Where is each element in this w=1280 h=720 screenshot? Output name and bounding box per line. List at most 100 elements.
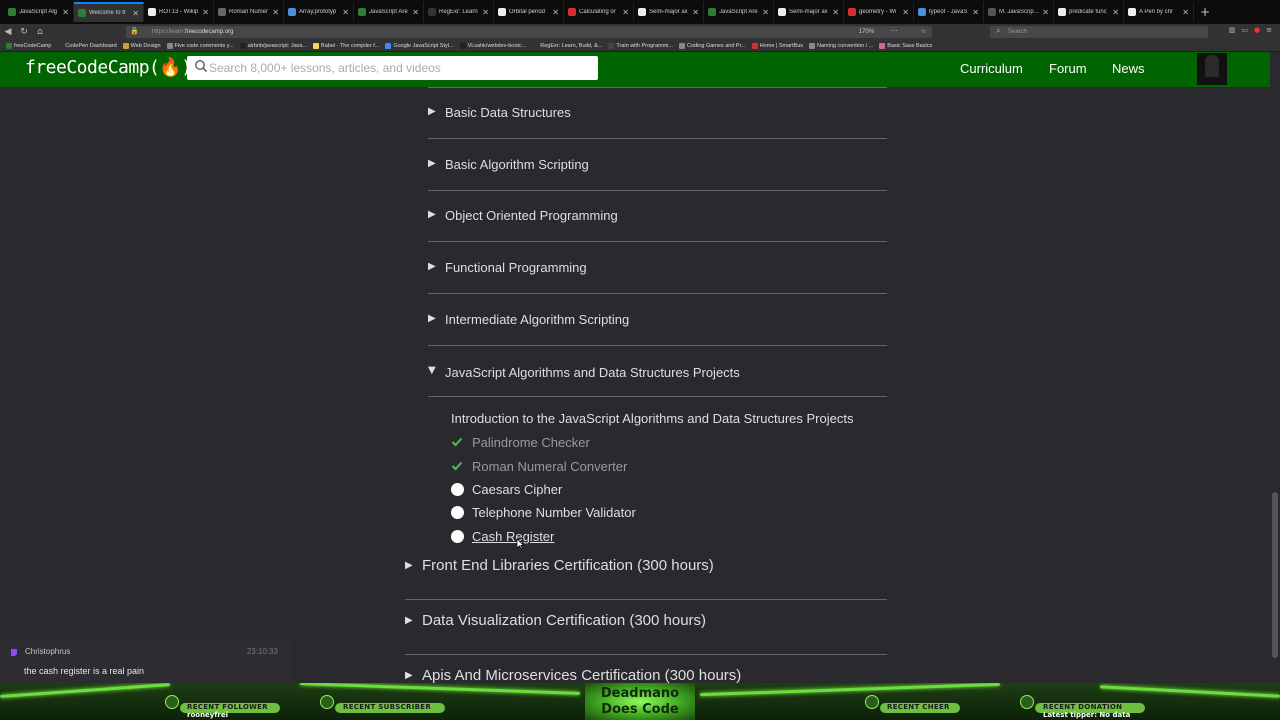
- nav-link-forum[interactable]: Forum: [1049, 61, 1087, 76]
- block-basic-data-structures[interactable]: ▶ Basic Data Structures: [428, 87, 887, 139]
- close-icon[interactable]: ✕: [902, 8, 909, 17]
- caret-right-icon: ▶: [428, 261, 436, 272]
- browser-tab[interactable]: ROT13 - Wikip ✕: [144, 2, 214, 22]
- close-icon[interactable]: ✕: [692, 8, 699, 17]
- tab-label: JavaScript Alg: [19, 9, 58, 15]
- browser-tab[interactable]: Semi-major ax ✕: [634, 2, 704, 22]
- close-icon[interactable]: ✕: [832, 8, 839, 17]
- bookmark-item[interactable]: Naming convention / ...: [809, 42, 873, 49]
- extension-icon[interactable]: ●: [1254, 26, 1260, 34]
- sidebar-icon[interactable]: ▭: [1241, 26, 1248, 34]
- browser-tab[interactable]: JavaScript Are ✕: [354, 2, 424, 22]
- bookmark-star-icon[interactable]: ☆: [921, 26, 926, 38]
- bookmark-item[interactable]: Five code comments y...: [166, 42, 234, 49]
- bookmark-item[interactable]: RegExr: Learn, Build, &...: [532, 42, 602, 49]
- bookmark-item[interactable]: airbnb/javascript: Java...: [239, 42, 308, 49]
- block-js-projects[interactable]: ▼ JavaScript Algorithms and Data Structu…: [428, 357, 887, 397]
- challenge-roman-numeral-converter[interactable]: Roman Numeral Converter: [450, 456, 627, 476]
- tab-favicon-icon: [568, 8, 576, 16]
- avatar[interactable]: [1197, 53, 1227, 85]
- block-intermediate-algorithm-scripting[interactable]: ▶ Intermediate Algorithm Scripting: [428, 294, 887, 346]
- browser-tab[interactable]: Calculating or ✕: [564, 2, 634, 22]
- tab-favicon-icon: [778, 8, 786, 16]
- close-icon[interactable]: ✕: [972, 8, 979, 17]
- close-icon[interactable]: ✕: [1112, 8, 1119, 17]
- challenge-caesars-cipher[interactable]: Caesars Cipher: [450, 479, 562, 499]
- bookmark-favicon-icon: [532, 42, 539, 49]
- tab-label: RegExr: Learn: [439, 9, 478, 15]
- cert-data-visualization[interactable]: ▶ Data Visualization Certification (300 …: [405, 599, 887, 655]
- close-icon[interactable]: ✕: [552, 8, 559, 17]
- browser-tab[interactable]: Orbital period ✕: [494, 2, 564, 22]
- close-icon[interactable]: ✕: [202, 8, 209, 17]
- bookmark-item[interactable]: VLsahk/webdev-bootc...: [459, 42, 526, 49]
- home-icon[interactable]: ⌂: [32, 27, 48, 37]
- bookmark-label: airbnb/javascript: Java...: [247, 42, 308, 49]
- bookmarks-bar: freeCodeCamp CodePen Dashboard Web Design F…: [0, 40, 1280, 52]
- bookmark-item[interactable]: Home | SmartBus: [751, 42, 803, 49]
- page-actions-icon[interactable]: ···: [890, 25, 898, 37]
- browser-tab[interactable]: JavaScript Are ✕: [704, 2, 774, 22]
- browser-tab[interactable]: Roman Numer ✕: [214, 2, 284, 22]
- bookmark-item[interactable]: Google JavaScript Styl...: [385, 42, 454, 49]
- bookmark-item[interactable]: CodePen Dashboard: [57, 42, 117, 49]
- challenge-telephone-number-validator[interactable]: Telephone Number Validator: [450, 502, 636, 522]
- projects-intro-link[interactable]: Introduction to the JavaScript Algorithm…: [451, 411, 853, 426]
- tab-label: Calculating or: [579, 9, 616, 15]
- browser-tab[interactable]: Welcome to fr ✕: [74, 2, 144, 22]
- stream-chat-message: Christophrus 23:10:33 the cash register …: [0, 641, 290, 683]
- close-icon[interactable]: ✕: [622, 8, 629, 17]
- bookmark-item[interactable]: Web Design: [122, 42, 161, 49]
- library-icon[interactable]: ▥: [1229, 26, 1236, 34]
- bookmark-item[interactable]: Babel · The compiler f...: [313, 42, 379, 49]
- browser-tab[interactable]: geometry - Wi ✕: [844, 2, 914, 22]
- nav-link-news[interactable]: News: [1112, 61, 1145, 76]
- bookmark-item[interactable]: Train with Programmi...: [608, 42, 673, 49]
- menu-icon[interactable]: ≡: [1266, 26, 1272, 34]
- close-icon[interactable]: ✕: [1042, 8, 1049, 17]
- cert-front-end-libraries[interactable]: ▶ Front End Libraries Certification (300…: [405, 544, 887, 600]
- close-icon[interactable]: ✕: [132, 9, 139, 18]
- tab-label: JavaScript Are: [369, 9, 408, 15]
- challenge-label: Cash Register: [472, 528, 555, 544]
- browser-tab[interactable]: Semi-major ax ✕: [774, 2, 844, 22]
- bookmark-item[interactable]: Coding Games and Pr...: [679, 42, 746, 49]
- scrollbar-thumb[interactable]: [1272, 492, 1278, 658]
- fcc-search-input[interactable]: Search 8,000+ lessons, articles, and vid…: [187, 56, 598, 80]
- block-title: Basic Data Structures: [445, 105, 571, 120]
- close-icon[interactable]: ✕: [342, 8, 349, 17]
- url-bar[interactable]: 🔒 https://learn.freecodecamp.org 170% ··…: [126, 26, 932, 38]
- browser-tab[interactable]: JavaScript Alg ✕: [4, 2, 74, 22]
- twitch-icon: [11, 649, 17, 657]
- bookmark-item[interactable]: Basic Sass Basics: [879, 42, 932, 49]
- browser-toolbar: ◀ ↻ ⌂ 🔒 https://learn.freecodecamp.org 1…: [0, 24, 1280, 40]
- close-icon[interactable]: ✕: [412, 8, 419, 17]
- fcc-logo[interactable]: freeCodeCamp(🔥): [25, 57, 192, 78]
- nav-link-curriculum[interactable]: Curriculum: [960, 61, 1023, 76]
- page-scrollbar[interactable]: [1270, 52, 1280, 662]
- close-icon[interactable]: ✕: [482, 8, 489, 17]
- browser-tab[interactable]: typeof - JavaS ✕: [914, 2, 984, 22]
- browser-tab[interactable]: Array.prototyp ✕: [284, 2, 354, 22]
- challenge-palindrome-checker[interactable]: Palindrome Checker: [450, 432, 590, 452]
- zoom-level[interactable]: 170%: [859, 26, 874, 38]
- close-icon[interactable]: ✕: [62, 8, 69, 17]
- browser-tab[interactable]: RegExr: Learn ✕: [424, 2, 494, 22]
- block-functional-programming[interactable]: ▶ Functional Programming: [428, 242, 887, 294]
- back-icon[interactable]: ◀: [0, 27, 16, 37]
- screen: JavaScript Alg ✕ Welcome to fr ✕ ROT13 - Wik…: [0, 0, 1280, 720]
- browser-search-input[interactable]: ⌕ Search: [990, 26, 1208, 38]
- close-icon[interactable]: ✕: [1182, 8, 1189, 17]
- browser-tab[interactable]: M. JavaScript ES✕: [984, 2, 1054, 22]
- browser-tab[interactable]: A Pen by chr ✕: [1124, 2, 1194, 22]
- close-icon[interactable]: ✕: [272, 8, 279, 17]
- block-object-oriented-programming[interactable]: ▶ Object Oriented Programming: [428, 190, 887, 242]
- challenge-cash-register[interactable]: Cash Register: [450, 526, 554, 546]
- bookmark-item[interactable]: freeCodeCamp: [6, 42, 51, 49]
- browser-tab[interactable]: predicate func ✕: [1054, 2, 1124, 22]
- new-tab-icon[interactable]: +: [1200, 5, 1210, 19]
- tab-label: Welcome to fr: [89, 10, 126, 16]
- close-icon[interactable]: ✕: [762, 8, 769, 17]
- reload-icon[interactable]: ↻: [16, 27, 32, 37]
- block-basic-algorithm-scripting[interactable]: ▶ Basic Algorithm Scripting: [428, 139, 887, 191]
